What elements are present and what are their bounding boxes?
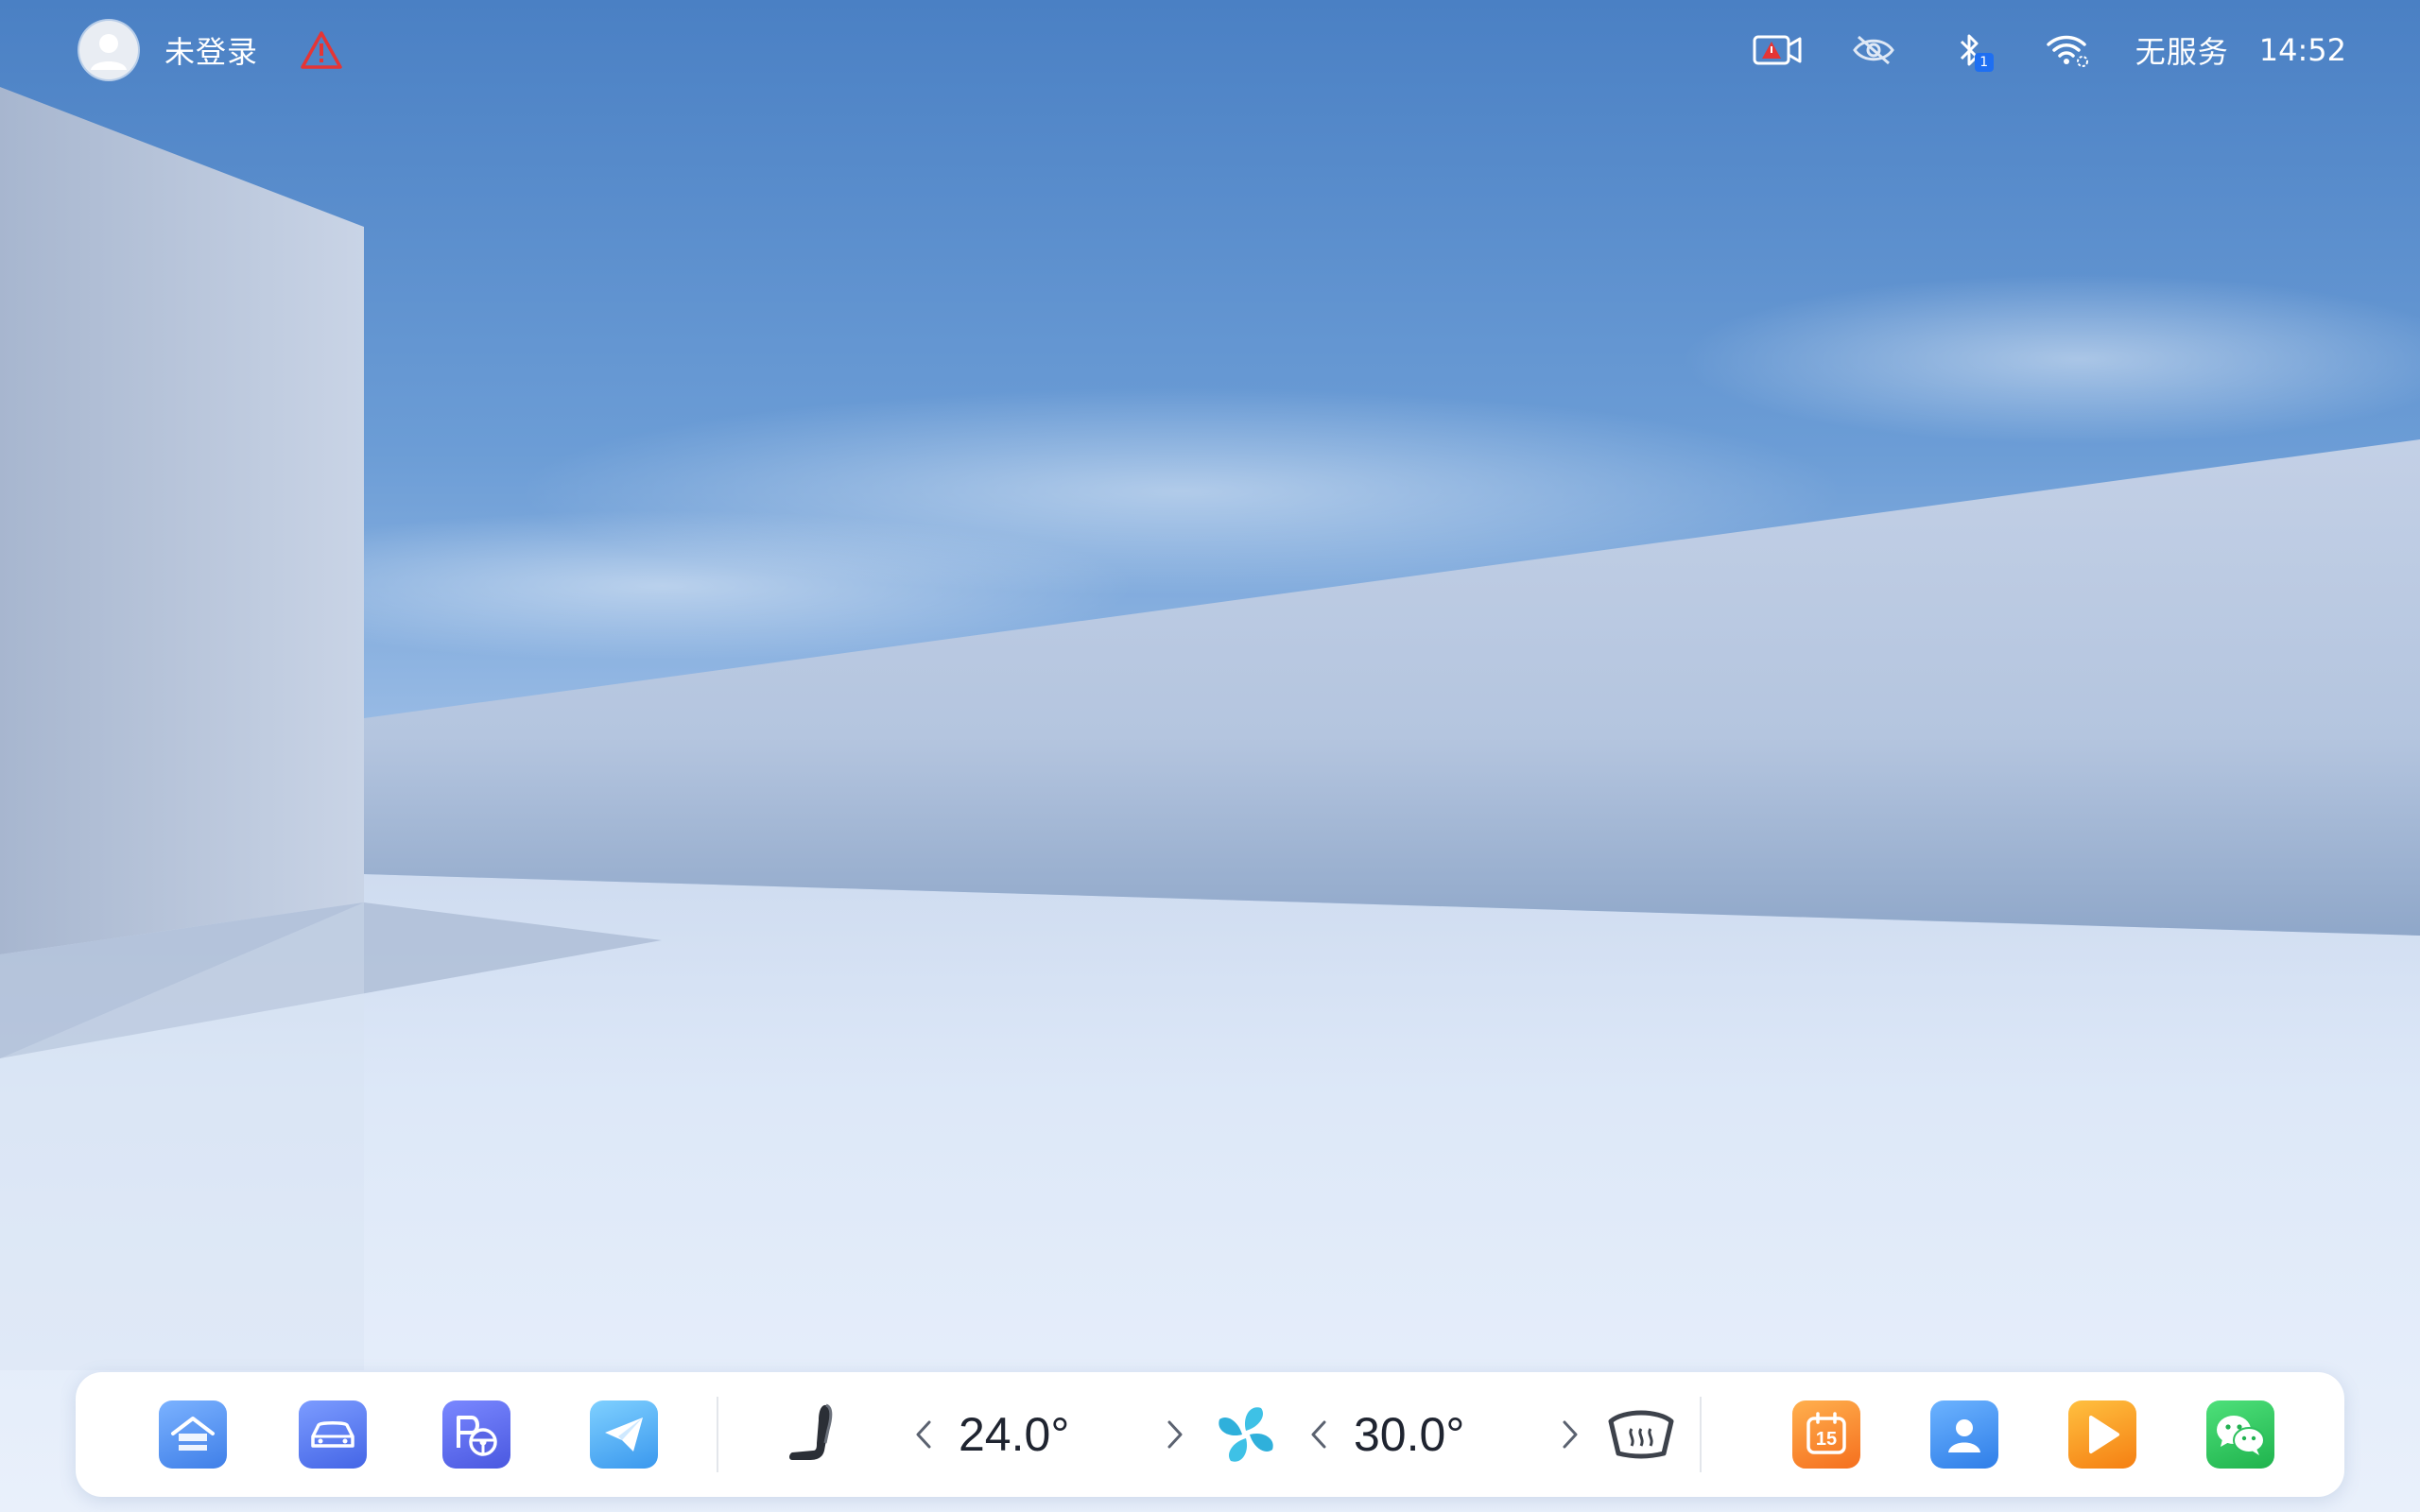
passenger-temp-increase-button[interactable]: [1556, 1414, 1584, 1455]
parking-steering-icon: [457, 1416, 497, 1456]
calendar-app-button[interactable]: 15: [1792, 1400, 1860, 1469]
wechat-app-button[interactable]: [2206, 1400, 2274, 1469]
video-app-button[interactable]: [2068, 1400, 2136, 1469]
bluetooth-icon[interactable]: 1: [1945, 28, 1996, 72]
fan-icon: [1219, 1407, 1273, 1462]
driver-temp-decrease-button[interactable]: [909, 1414, 938, 1455]
chevron-left-icon: [916, 1420, 931, 1449]
passenger-temp-decrease-button[interactable]: [1305, 1414, 1333, 1455]
dock-divider: [717, 1397, 718, 1472]
wechat-icon: [2217, 1416, 2265, 1455]
play-icon: [2089, 1416, 2119, 1453]
clock: 14:52: [2258, 32, 2346, 68]
paper-plane-icon: [605, 1418, 643, 1452]
car-icon: [311, 1421, 354, 1448]
wifi-icon[interactable]: [2041, 28, 2092, 72]
chevron-right-icon: [1167, 1420, 1183, 1449]
avatar[interactable]: [79, 21, 138, 79]
calendar-day-label: 15: [1816, 1429, 1837, 1450]
status-bar-left: 未登录: [79, 21, 343, 79]
wallpaper: [0, 0, 2420, 1512]
chevron-left-icon: [1311, 1420, 1326, 1449]
dock-divider: [1700, 1397, 1702, 1472]
car-app-button[interactable]: [299, 1400, 367, 1469]
driver-temp-increase-button[interactable]: [1161, 1414, 1189, 1455]
network-status-label: 无服务: [2135, 34, 2229, 70]
rear-defrost-button[interactable]: [1605, 1397, 1677, 1472]
dock-bar: 24.0° 30.0° 15: [76, 1372, 2344, 1497]
fan-button[interactable]: [1210, 1397, 1282, 1472]
seat-icon: [789, 1403, 833, 1460]
parking-app-button[interactable]: [442, 1400, 510, 1469]
person-icon: [1948, 1419, 1980, 1452]
user-icon: [91, 34, 127, 70]
status-bar-right: 1 无服务 14:52: [1752, 21, 2346, 79]
warning-triangle-icon[interactable]: [300, 29, 343, 71]
eye-off-icon[interactable]: [1848, 28, 1899, 72]
driver-temperature: 24.0°: [959, 1408, 1070, 1461]
calendar-icon: 15: [1806, 1412, 1846, 1454]
contacts-app-button[interactable]: [1930, 1400, 1998, 1469]
seat-heat-button[interactable]: [779, 1397, 851, 1472]
home-app-button[interactable]: [159, 1400, 227, 1469]
rear-defrost-icon: [1608, 1410, 1674, 1459]
house-icon: [171, 1417, 215, 1451]
chevron-right-icon: [1563, 1420, 1578, 1449]
navigation-app-button[interactable]: [590, 1400, 658, 1469]
passenger-temperature: 30.0°: [1354, 1408, 1465, 1461]
login-status-label[interactable]: 未登录: [164, 28, 258, 72]
camera-warning-icon[interactable]: [1752, 28, 1803, 72]
bluetooth-count-badge: 1: [1974, 53, 1994, 72]
